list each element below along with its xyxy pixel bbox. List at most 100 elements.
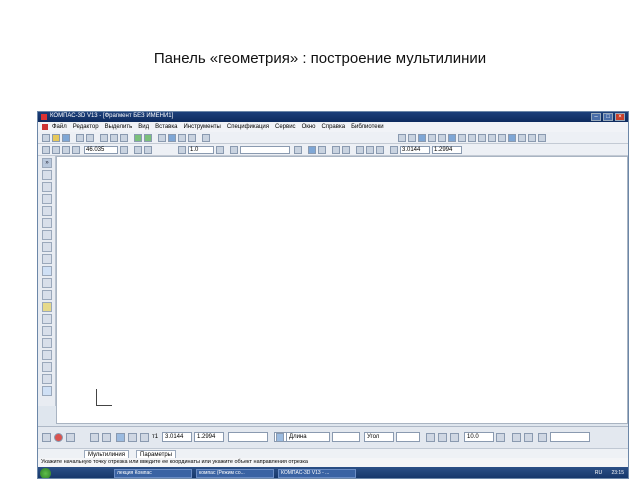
snap-angle-icon[interactable] (478, 134, 486, 142)
point-y-field[interactable]: 1.2994 (194, 432, 224, 442)
menu-edit[interactable]: Редактор (73, 124, 99, 130)
help-icon[interactable] (202, 134, 210, 142)
style-1-icon[interactable] (426, 433, 435, 442)
menu-select[interactable]: Выделить (105, 124, 133, 130)
snap-point-icon[interactable] (398, 134, 406, 142)
layer-icon[interactable] (178, 146, 186, 154)
menu-service[interactable]: Сервис (275, 124, 296, 130)
taskbar-item-kompas-3d[interactable]: КОМПАС-3D V13 - ... (278, 469, 356, 478)
new-document-icon[interactable] (42, 134, 50, 142)
zoom-out-icon[interactable] (62, 146, 70, 154)
zoom-scale-field[interactable]: 46.035 (84, 146, 118, 154)
multiline-param-icon[interactable] (128, 433, 137, 442)
snap-toggle-icon[interactable] (308, 146, 316, 154)
style-2-icon[interactable] (438, 433, 447, 442)
contour-tool-icon[interactable] (42, 326, 52, 336)
style-3-icon[interactable] (450, 433, 459, 442)
spline-tool-icon[interactable] (42, 242, 52, 252)
undo-icon[interactable] (134, 134, 142, 142)
field-blank-1[interactable] (228, 432, 268, 442)
snap-endpoint-icon[interactable] (408, 134, 416, 142)
circle-tool-icon[interactable] (42, 206, 52, 216)
arc-tool-icon[interactable] (42, 218, 52, 228)
snap-nearest-icon[interactable] (508, 134, 516, 142)
refresh-view-icon[interactable] (144, 146, 152, 154)
current-view-icon[interactable] (230, 146, 238, 154)
snap-normal-icon[interactable] (458, 134, 466, 142)
segment-tool-icon[interactable] (42, 194, 52, 204)
print-icon[interactable] (76, 134, 84, 142)
drawing-canvas[interactable] (56, 156, 628, 424)
axis-dropdown-icon[interactable] (524, 433, 533, 442)
cursor-icon[interactable] (318, 146, 326, 154)
angle-step-field[interactable]: 10.0 (464, 432, 494, 442)
document-icon[interactable] (42, 124, 48, 130)
equidistant-tool-icon[interactable] (42, 290, 52, 300)
ortho-icon[interactable] (332, 146, 340, 154)
redo-icon[interactable] (144, 134, 152, 142)
direction-mode-icon[interactable] (102, 433, 111, 442)
point-tool-icon[interactable] (42, 170, 52, 180)
properties-icon[interactable] (158, 134, 166, 142)
zoom-window-icon[interactable] (52, 146, 60, 154)
parametric-icon[interactable] (376, 146, 384, 154)
language-indicator[interactable]: RU (595, 470, 602, 476)
auxiliary-line-icon[interactable] (42, 182, 52, 192)
menu-libraries[interactable]: Библиотеки (351, 124, 384, 130)
snap-along-icon[interactable] (488, 134, 496, 142)
point-mode-icon[interactable] (90, 433, 99, 442)
line-scale-dropdown-icon[interactable] (216, 146, 224, 154)
angle-field[interactable]: Угол (364, 432, 394, 442)
menu-help[interactable]: Справка (322, 124, 346, 130)
snap-y-icon[interactable] (528, 134, 536, 142)
fill-tool-icon[interactable] (42, 314, 52, 324)
hatch-tool-icon[interactable] (42, 302, 52, 312)
variables-icon[interactable] (188, 134, 196, 142)
start-button[interactable] (40, 468, 51, 478)
point-x-field[interactable]: 3.0144 (162, 432, 192, 442)
menu-insert[interactable]: Вставка (155, 124, 177, 130)
local-cs-icon[interactable] (356, 146, 364, 154)
help-topic-icon[interactable] (66, 433, 75, 442)
maximize-button[interactable]: □ (603, 113, 613, 121)
line-style-field[interactable] (550, 432, 590, 442)
panel-collapse-icon[interactable]: » (42, 158, 52, 168)
print-preview-icon[interactable] (86, 134, 94, 142)
snap-x-icon[interactable] (518, 134, 526, 142)
polygon-tool-icon[interactable] (42, 278, 52, 288)
open-folder-icon[interactable] (52, 134, 60, 142)
cut-icon[interactable] (100, 134, 108, 142)
macro-tool-icon[interactable] (42, 374, 52, 384)
fillet-tool-icon[interactable] (42, 350, 52, 360)
state-field[interactable] (240, 146, 290, 154)
chamfer-tool-icon[interactable] (42, 338, 52, 348)
multiline-tool-icon[interactable] (42, 362, 52, 372)
paste-icon[interactable] (120, 134, 128, 142)
menu-tools[interactable]: Инструменты (183, 124, 220, 130)
menu-view[interactable]: Вид (138, 124, 149, 130)
cursor-coords-icon[interactable] (390, 146, 398, 154)
zoom-dropdown-icon[interactable] (120, 146, 128, 154)
copy-icon[interactable] (110, 134, 118, 142)
pan-icon[interactable] (134, 146, 142, 154)
snap-grid-icon[interactable] (498, 134, 506, 142)
line-style-icon[interactable] (538, 433, 547, 442)
axis-icon[interactable] (512, 433, 521, 442)
length-field[interactable]: Длина (286, 432, 330, 442)
state-dropdown-icon[interactable] (294, 146, 302, 154)
manager-icon[interactable] (168, 134, 176, 142)
window-titlebar[interactable]: КОМПАС-3D V13 - [Фрагмент БЕЗ ИМЕНИ1] – … (38, 112, 628, 122)
grid-icon[interactable] (342, 146, 350, 154)
length-lock-icon[interactable] (276, 433, 284, 442)
length-value-field[interactable] (332, 432, 360, 442)
ellipse-tool-icon[interactable] (42, 230, 52, 240)
round-icon[interactable] (366, 146, 374, 154)
save-icon[interactable] (62, 134, 70, 142)
taskbar-item-kompas-compat[interactable]: компас (Режим со... (196, 469, 274, 478)
angle-dropdown-icon[interactable] (496, 433, 505, 442)
angle-value-field[interactable] (396, 432, 420, 442)
rectangle-tool-icon[interactable] (42, 266, 52, 276)
menu-file[interactable]: Файл (52, 124, 67, 130)
snap-quadrant-icon[interactable] (468, 134, 476, 142)
snap-midpoint-icon[interactable] (418, 134, 426, 142)
